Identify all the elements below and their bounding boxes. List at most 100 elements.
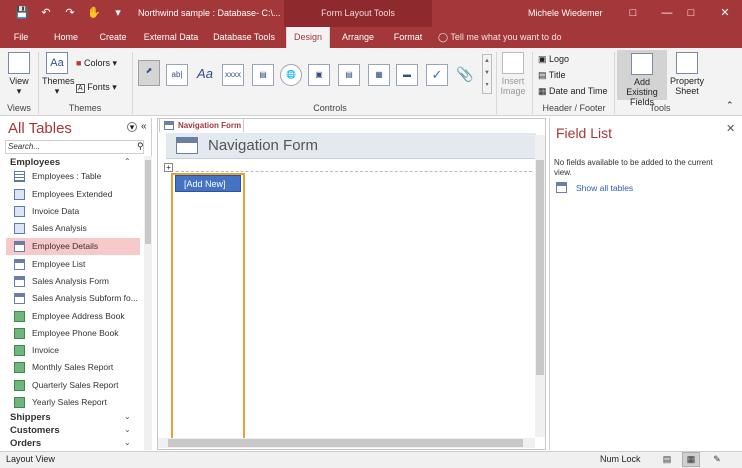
dropdown-arrow-icon: ▾ bbox=[16, 86, 22, 96]
button-control-icon[interactable]: xxxx bbox=[222, 64, 244, 86]
close-button[interactable]: ✕ bbox=[708, 0, 742, 27]
themes-button[interactable]: Aa Themes ▾ bbox=[42, 52, 75, 97]
category-employees[interactable]: Employees bbox=[10, 157, 60, 168]
show-tables-icon bbox=[556, 182, 567, 193]
nav-item[interactable]: Sales Analysis Subform fo... bbox=[6, 290, 140, 307]
document-tab[interactable]: Navigation Form bbox=[159, 118, 244, 132]
controls-group-label: Controls bbox=[313, 103, 347, 113]
navigation-control-icon[interactable]: ▤ bbox=[338, 64, 360, 86]
expand-chevron-icon[interactable]: ⌄ bbox=[124, 438, 131, 447]
shutter-bar-close-icon[interactable]: « bbox=[141, 121, 147, 132]
add-new-button[interactable]: [Add New] bbox=[175, 175, 241, 192]
nav-item[interactable]: Employee Address Book bbox=[6, 308, 140, 325]
save-icon[interactable]: 💾 bbox=[14, 5, 30, 21]
date-time-button[interactable]: ▦ Date and Time bbox=[538, 86, 608, 97]
nav-item[interactable]: Monthly Sales Report bbox=[6, 359, 140, 376]
category-customers[interactable]: Customers bbox=[10, 425, 60, 436]
logo-button[interactable]: ▣ Logo bbox=[538, 54, 569, 65]
redo-icon[interactable]: ↷ bbox=[62, 5, 78, 21]
tab-format[interactable]: Format bbox=[386, 27, 430, 48]
num-lock-indicator: Num Lock bbox=[600, 454, 641, 464]
nav-item-label: Employee Details bbox=[32, 241, 99, 251]
form-title[interactable]: Navigation Form bbox=[208, 137, 318, 154]
query-icon bbox=[14, 223, 25, 234]
controls-gallery-scroll[interactable]: ▲ ▼ ▾ bbox=[482, 54, 492, 94]
show-all-tables-link[interactable]: Show all tables bbox=[576, 183, 633, 193]
document-vertical-scroll-thumb[interactable] bbox=[536, 160, 544, 375]
select-tool-icon[interactable]: ⬈ bbox=[138, 60, 160, 86]
expand-chevron-icon[interactable]: ⌄ bbox=[124, 425, 131, 434]
nav-item[interactable]: Employees Extended bbox=[6, 186, 140, 203]
navigation-tab-column[interactable] bbox=[171, 173, 245, 441]
colors-button[interactable]: ■ Colors ▾ bbox=[76, 58, 117, 69]
checkbox-control-icon[interactable]: ✓ bbox=[426, 64, 448, 86]
themes-label: Themes bbox=[42, 76, 75, 86]
undo-icon[interactable]: ↶ bbox=[38, 5, 54, 21]
nav-item[interactable]: Sales Analysis Form bbox=[6, 273, 140, 290]
collapse-chevron-icon[interactable]: ⌃ bbox=[124, 157, 131, 166]
touch-mode-icon[interactable]: ✋ bbox=[86, 5, 102, 21]
nav-scrollbar-thumb[interactable] bbox=[145, 160, 151, 244]
nav-item[interactable]: Sales Analysis bbox=[6, 220, 140, 237]
attachment-control-icon[interactable]: 📎 bbox=[454, 64, 476, 86]
tab-home[interactable]: Home bbox=[46, 27, 86, 48]
insert-image-button[interactable]: Insert Image bbox=[498, 52, 528, 96]
date-time-label: Date and Time bbox=[549, 86, 608, 96]
tab-external-data[interactable]: External Data bbox=[140, 27, 202, 48]
nav-item[interactable]: Employees : Table bbox=[6, 168, 140, 185]
tab-arrange[interactable]: Arrange bbox=[336, 27, 380, 48]
nav-item-label: Sales Analysis Subform fo... bbox=[32, 293, 138, 303]
layout-view-icon[interactable]: ▦ bbox=[682, 452, 700, 467]
expand-chevron-icon[interactable]: ⌄ bbox=[124, 412, 131, 421]
nav-item-selected[interactable]: Employee Details bbox=[6, 238, 140, 255]
tab-database-tools[interactable]: Database Tools bbox=[208, 27, 280, 48]
nav-item[interactable]: Quarterly Sales Report bbox=[6, 377, 140, 394]
nav-item[interactable]: Employee List bbox=[6, 256, 140, 273]
textbox-control-icon[interactable]: ab| bbox=[166, 64, 188, 86]
design-view-icon[interactable]: ✎ bbox=[708, 452, 726, 467]
nav-item[interactable]: Yearly Sales Report bbox=[6, 394, 140, 411]
nav-search-input[interactable]: Search... bbox=[5, 140, 144, 154]
category-orders[interactable]: Orders bbox=[10, 438, 41, 449]
colors-label: Colors bbox=[83, 58, 110, 68]
maximize-button[interactable]: □ bbox=[674, 0, 708, 27]
label-control-icon[interactable]: Aa bbox=[194, 64, 216, 86]
form-view-icon[interactable]: ▤ bbox=[658, 452, 676, 467]
option-group-icon[interactable]: ▦ bbox=[368, 64, 390, 86]
form-logo-icon[interactable] bbox=[176, 137, 198, 154]
status-view-name: Layout View bbox=[6, 454, 55, 464]
document-title: Northwind sample : Database- C:\... bbox=[138, 8, 281, 18]
user-name[interactable]: Michele Wiedemer bbox=[528, 0, 603, 27]
view-button[interactable]: View ▾ bbox=[6, 52, 32, 97]
add-existing-fields-button[interactable]: Add Existing Fields bbox=[617, 50, 667, 107]
insert-image-label: Insert Image bbox=[500, 76, 526, 96]
title-icon: ▤ bbox=[538, 70, 547, 80]
tab-design[interactable]: Design bbox=[286, 27, 330, 48]
page-break-icon[interactable]: ▬ bbox=[396, 64, 418, 86]
nav-menu-chevron-icon[interactable]: ▾ bbox=[127, 122, 137, 132]
nav-pane-title[interactable]: All Tables bbox=[8, 120, 72, 137]
document-horizontal-scroll-thumb[interactable] bbox=[168, 439, 523, 447]
nav-item[interactable]: Employee Phone Book bbox=[6, 325, 140, 342]
search-icon[interactable]: ⚲ bbox=[137, 141, 144, 152]
nav-item[interactable]: Invoice Data bbox=[6, 203, 140, 220]
collapse-ribbon-icon[interactable]: ⌃ bbox=[726, 100, 734, 111]
tab-file[interactable]: File bbox=[6, 27, 36, 48]
hyperlink-control-icon[interactable]: 🌐 bbox=[280, 64, 302, 86]
nav-item-label: Employees : Table bbox=[32, 171, 102, 181]
ribbon-display-options-icon[interactable]: □ bbox=[616, 0, 650, 27]
web-browser-control-icon[interactable]: ▣ bbox=[308, 64, 330, 86]
title-button[interactable]: ▤ Title bbox=[538, 70, 566, 81]
customize-qat-icon[interactable]: ▾ bbox=[110, 5, 126, 21]
category-shippers[interactable]: Shippers bbox=[10, 412, 51, 423]
calendar-icon: ▦ bbox=[538, 86, 547, 96]
tab-create[interactable]: Create bbox=[92, 27, 134, 48]
fonts-button[interactable]: A Fonts ▾ bbox=[76, 82, 117, 93]
close-icon[interactable]: ✕ bbox=[726, 122, 735, 135]
layout-selector-icon[interactable]: + bbox=[164, 163, 173, 172]
nav-item-label: Employee Phone Book bbox=[32, 328, 119, 338]
nav-item[interactable]: Invoice bbox=[6, 342, 140, 359]
tab-control-icon[interactable]: ▤ bbox=[252, 64, 274, 86]
property-sheet-button[interactable]: Property Sheet bbox=[668, 52, 706, 96]
tell-me-box[interactable]: ◯ Tell me what you want to do bbox=[438, 27, 561, 48]
